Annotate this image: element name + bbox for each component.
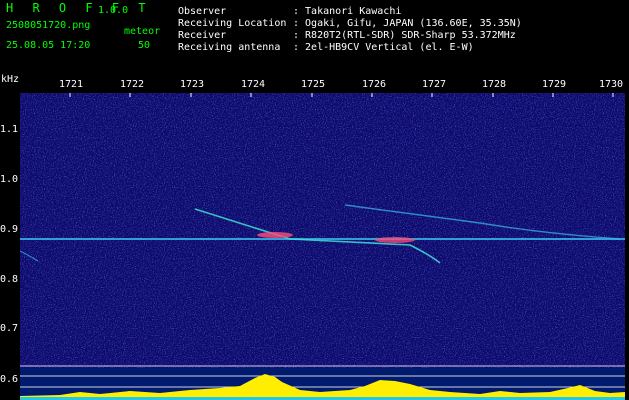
meteor-label: meteor [124, 26, 161, 37]
activity-canvas [20, 374, 625, 400]
spectrogram-plot [20, 93, 625, 368]
observer-label: Observer [178, 6, 227, 17]
spectrogram-canvas [20, 93, 625, 368]
antenna-label: Receiving antenna [178, 42, 281, 53]
time-tick: 1728 [482, 79, 507, 90]
app-version: 1.0.0 [98, 5, 129, 16]
time-tick: 1724 [241, 79, 266, 90]
activity-strip [20, 368, 625, 400]
meteor-echo [375, 237, 415, 243]
observer-value: : Takanori Kawachi [293, 6, 402, 17]
meteor-count: 50 [138, 40, 151, 51]
freq-tick: 0.9 [0, 224, 19, 235]
time-tick: 1726 [362, 79, 387, 90]
receiver-label: Receiver [178, 30, 227, 41]
time-tick: 1730 [599, 79, 624, 90]
freq-tick: 0.7 [0, 323, 19, 334]
app-title: H R O F F T [6, 1, 152, 15]
freq-tick: 0.6 [0, 374, 19, 385]
time-tick: 1722 [120, 79, 145, 90]
filename-label: 2508051720.png [6, 20, 91, 31]
time-tick: 1729 [542, 79, 567, 90]
freq-tick: 1.0 [0, 174, 19, 185]
time-tick: 1725 [301, 79, 326, 90]
location-value: : Ogaki, Gifu, JAPAN (136.60E, 35.35N) [293, 18, 522, 29]
receiver-value: : R820T2(RTL-SDR) SDR-Sharp 53.372MHz [293, 30, 516, 41]
time-tick: 1723 [180, 79, 205, 90]
meteor-echo [257, 232, 293, 238]
time-tick: 1721 [59, 79, 84, 90]
freq-tick: 0.8 [0, 274, 19, 285]
antenna-value: : 2el-HB9CV Vertical (el. E-W) [293, 42, 474, 53]
time-tick: 1727 [422, 79, 447, 90]
freq-tick: 1.1 [0, 124, 19, 135]
datetime-label: 25.08.05 17:20 [6, 40, 91, 51]
location-label: Receiving Location [178, 18, 287, 29]
header-panel: H R O F F T 1.0.0 2508051720.png 25.08.0… [0, 0, 629, 72]
unit-label: kHz [1, 74, 20, 85]
